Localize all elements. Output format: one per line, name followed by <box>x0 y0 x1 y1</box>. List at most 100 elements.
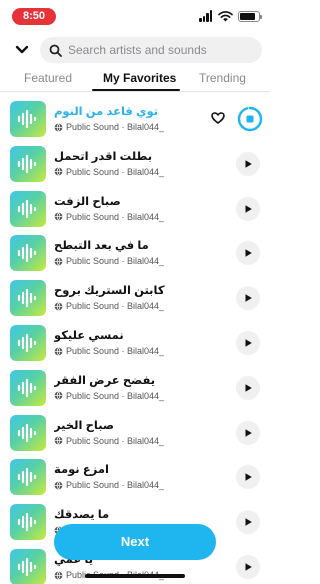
play-button[interactable] <box>236 196 260 221</box>
sound-meta-text: Public Sound · Bilal044_ <box>66 166 165 177</box>
globe-icon <box>54 122 63 132</box>
sound-meta-text: Public Sound · Bilal044_ <box>66 122 165 132</box>
tab-my-favorites[interactable]: My Favorites <box>103 71 176 85</box>
play-icon <box>245 204 252 213</box>
play-button[interactable] <box>236 420 260 445</box>
sound-thumbnail <box>10 504 46 541</box>
search-box[interactable] <box>40 37 262 63</box>
globe-icon <box>54 570 63 580</box>
active-tab-indicator <box>92 89 180 91</box>
sound-meta-text: Public Sound · Bilal044_ <box>66 256 165 267</box>
play-icon <box>245 159 252 168</box>
sound-thumbnail <box>10 325 46 361</box>
globe-icon <box>54 257 63 266</box>
waveform-icon <box>17 154 37 173</box>
play-button[interactable] <box>236 510 260 535</box>
play-button[interactable] <box>236 151 260 176</box>
waveform-icon <box>17 558 37 576</box>
sound-row[interactable]: يفضح عرض الفقر Public Sound · Bilal044_ <box>0 366 270 410</box>
collapse-button[interactable] <box>12 40 32 60</box>
tab-featured[interactable]: Featured <box>24 71 72 85</box>
sound-thumbnail <box>10 369 46 406</box>
waveform-icon <box>17 110 37 128</box>
stop-icon <box>246 115 254 123</box>
status-icons <box>199 9 262 23</box>
sound-title: يفضح عرض الفقر <box>54 374 156 387</box>
waveform-icon <box>17 468 37 487</box>
sound-thumbnail <box>10 145 46 182</box>
sound-row[interactable]: نمسي عليكو Public Sound · Bilal044_ <box>0 321 270 365</box>
sound-meta-text: Public Sound · Bilal044_ <box>66 301 165 312</box>
globe-icon <box>54 212 63 221</box>
sound-thumbnail <box>10 280 46 317</box>
tab-trending[interactable]: Trending <box>199 71 246 85</box>
sound-meta-text: Public Sound · Bilal044_ <box>66 346 165 356</box>
wifi-icon <box>218 10 233 21</box>
sound-row[interactable]: كابتن الستريك بروح Public Sound · Bilal04… <box>0 276 270 320</box>
next-button[interactable]: Next <box>54 524 216 560</box>
search-icon <box>49 44 62 57</box>
globe-icon <box>54 302 63 311</box>
play-icon <box>245 383 252 392</box>
sound-row[interactable]: صباح الزفت Public Sound · Bilal044_ <box>0 187 270 231</box>
waveform-icon <box>17 334 37 352</box>
sound-thumbnail <box>10 101 46 137</box>
play-button[interactable] <box>236 555 260 579</box>
sound-title: بطلت اقدر اتحمل <box>54 150 153 163</box>
sound-meta: Public Sound · Bilal044_ <box>54 301 164 311</box>
globe-icon <box>54 436 63 445</box>
playback-progress-ring <box>237 106 263 132</box>
sound-meta: Public Sound · Bilal044_ <box>54 122 164 132</box>
waveform-icon <box>17 513 37 532</box>
sound-meta-text: Public Sound · Bilal044_ <box>66 211 165 222</box>
sound-thumbnail <box>10 414 46 451</box>
home-indicator <box>85 574 185 578</box>
waveform-icon <box>17 423 37 442</box>
sound-row[interactable]: صباح الخير Public Sound · Bilal044_ <box>0 411 270 455</box>
globe-icon <box>54 481 63 490</box>
sound-meta-text: Public Sound · Bilal044_ <box>66 480 165 491</box>
globe-icon <box>54 391 63 400</box>
sound-row[interactable]: امزع نومة Public Sound · Bilal044_ <box>0 455 270 499</box>
tab-bar: Featured My Favorites Trending <box>0 68 270 92</box>
heart-icon <box>211 112 225 124</box>
sound-meta: Public Sound · Bilal044_ <box>54 436 164 446</box>
favorite-button[interactable] <box>208 108 228 128</box>
play-icon <box>245 563 252 571</box>
sound-thumbnail <box>10 459 46 496</box>
sound-title: صباح الزفت <box>54 195 121 208</box>
sound-thumbnail <box>10 235 46 272</box>
sound-title: صباح الخير <box>54 419 115 432</box>
play-icon <box>245 294 252 302</box>
waveform-icon <box>17 199 37 218</box>
play-button[interactable] <box>236 331 260 355</box>
chevron-down-icon <box>15 45 29 54</box>
play-icon <box>245 473 252 482</box>
sound-meta-text: Public Sound · Bilal044_ <box>66 435 165 446</box>
sound-row[interactable]: توي قاعد من النوم Public Sound · Bilal044… <box>0 97 270 141</box>
sound-title: ما في بعد التبطح <box>54 240 149 253</box>
search-row <box>0 37 270 63</box>
sound-row[interactable]: بطلت اقدر اتحمل Public Sound · Bilal044_ <box>0 142 270 186</box>
playback-progress-button[interactable] <box>236 105 264 133</box>
play-button[interactable] <box>236 241 260 266</box>
sound-title: ما يصدقك <box>54 509 110 522</box>
sound-meta: Public Sound · Bilal044_ <box>54 256 164 266</box>
play-button[interactable] <box>236 375 260 400</box>
play-icon <box>245 428 252 437</box>
sound-row[interactable]: ما في بعد التبطح Public Sound · Bilal044_ <box>0 231 270 275</box>
sound-title: امزع نومة <box>54 464 109 477</box>
play-icon <box>245 339 252 347</box>
sound-title: نمسي عليكو <box>54 330 124 342</box>
play-button[interactable] <box>236 465 260 490</box>
sound-thumbnail <box>10 190 46 227</box>
play-icon <box>245 518 252 526</box>
sound-title: كابتن الستريك بروح <box>54 285 165 298</box>
cellular-signal-icon <box>199 10 213 22</box>
sound-meta: Public Sound · Bilal044_ <box>54 212 164 222</box>
play-button[interactable] <box>236 286 260 311</box>
waveform-icon <box>17 378 37 397</box>
search-input[interactable] <box>68 43 248 57</box>
battery-icon <box>238 10 262 22</box>
sound-meta: Public Sound · Bilal044_ <box>54 391 164 401</box>
